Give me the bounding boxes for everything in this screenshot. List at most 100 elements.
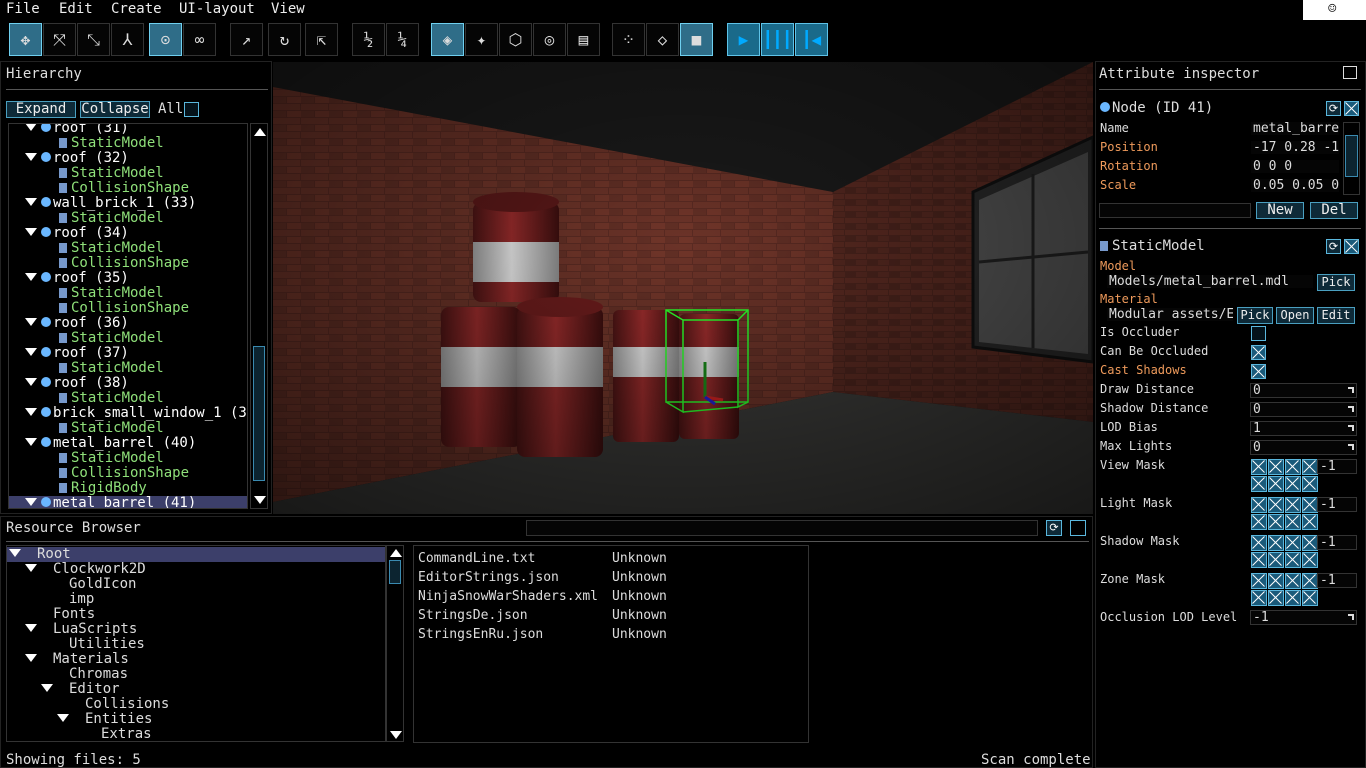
- hierarchy-node-row[interactable]: roof (36): [25, 316, 129, 331]
- number-attr-field[interactable]: 0: [1250, 440, 1357, 455]
- mask-bit-checkbox[interactable]: [1268, 573, 1284, 589]
- mask-bit-checkbox[interactable]: [1251, 476, 1267, 492]
- model-field[interactable]: Models/metal_barrel.mdl: [1106, 274, 1314, 289]
- expand-triangle-icon[interactable]: [25, 348, 37, 356]
- rotate-tool-button[interactable]: ⤧: [43, 23, 76, 56]
- resource-dir-row[interactable]: Clockwork2D: [25, 562, 146, 577]
- mask-bit-checkbox[interactable]: [1268, 459, 1284, 475]
- mask-bit-checkbox[interactable]: [1268, 514, 1284, 530]
- snap-rotate-button[interactable]: ↻: [268, 23, 301, 56]
- mask-value-field[interactable]: -1: [1317, 535, 1357, 550]
- hierarchy-node-row[interactable]: metal_barrel (41): [9, 496, 247, 508]
- search-refresh-button[interactable]: ⟳: [1046, 520, 1062, 536]
- expand-triangle-icon[interactable]: [41, 684, 53, 692]
- resource-dir-row[interactable]: Chromas: [41, 667, 128, 682]
- mask-bit-checkbox[interactable]: [1268, 535, 1284, 551]
- scale-tool-button[interactable]: ⤡: [77, 23, 110, 56]
- scroll-up-icon[interactable]: [254, 128, 266, 136]
- model-pick-button[interactable]: Pick: [1317, 274, 1355, 291]
- hierarchy-component-row[interactable]: StaticModel: [59, 361, 164, 376]
- number-attr-field[interactable]: 1: [1250, 421, 1357, 436]
- hierarchy-node-row[interactable]: roof (32): [25, 151, 129, 166]
- menu-file[interactable]: File: [6, 1, 40, 17]
- scroll-down-icon[interactable]: [254, 496, 266, 504]
- move-tool-button[interactable]: ✥: [9, 23, 42, 56]
- hierarchy-component-row[interactable]: StaticModel: [59, 166, 164, 181]
- collapse-button[interactable]: Collapse: [80, 101, 150, 118]
- mask-bit-checkbox[interactable]: [1285, 459, 1301, 475]
- mask-bit-checkbox[interactable]: [1251, 573, 1267, 589]
- expand-triangle-icon[interactable]: [25, 378, 37, 386]
- node-attr-scrollbar[interactable]: [1343, 122, 1360, 195]
- mask-value-field[interactable]: -1: [1317, 459, 1357, 474]
- component-reset-button[interactable]: ⟳: [1326, 239, 1341, 254]
- scene-viewport[interactable]: [273, 62, 1093, 514]
- mask-value-field[interactable]: -1: [1317, 573, 1357, 588]
- mask-bit-checkbox[interactable]: [1268, 590, 1284, 606]
- mask-bit-checkbox[interactable]: [1268, 476, 1284, 492]
- component-close-button[interactable]: [1344, 239, 1359, 254]
- hierarchy-component-row[interactable]: CollisionShape: [59, 301, 189, 316]
- mask-bit-checkbox[interactable]: [1302, 514, 1318, 530]
- mask-bit-checkbox[interactable]: [1302, 476, 1318, 492]
- node-scroll-thumb[interactable]: [1345, 135, 1358, 177]
- hierarchy-node-row[interactable]: wall_brick_1 (33): [25, 196, 196, 211]
- hierarchy-component-row[interactable]: StaticModel: [59, 451, 164, 466]
- mask-bit-checkbox[interactable]: [1285, 552, 1301, 568]
- mask-bit-checkbox[interactable]: [1285, 514, 1301, 530]
- mask-bit-checkbox[interactable]: [1285, 535, 1301, 551]
- mask-bit-checkbox[interactable]: [1302, 590, 1318, 606]
- resource-file-row[interactable]: NinjaSnowWarShaders.xml Unknown: [418, 589, 667, 604]
- mask-bit-checkbox[interactable]: [1302, 497, 1318, 513]
- expand-triangle-icon[interactable]: [25, 654, 37, 662]
- resource-dir-row[interactable]: Extras: [73, 727, 152, 742]
- hierarchy-component-row[interactable]: RigidBody: [59, 481, 147, 496]
- mask-bit-checkbox[interactable]: [1251, 497, 1267, 513]
- select-tool-button[interactable]: ⅄: [111, 23, 144, 56]
- expand-triangle-icon[interactable]: [25, 228, 37, 236]
- hierarchy-node-row[interactable]: roof (37): [25, 346, 129, 361]
- hierarchy-component-row[interactable]: StaticModel: [59, 331, 164, 346]
- fill-solid-button[interactable]: ■: [680, 23, 713, 56]
- play-button[interactable]: ▶: [727, 23, 760, 56]
- resource-dir-row[interactable]: Editor: [41, 682, 120, 697]
- resource-scroll-thumb[interactable]: [389, 560, 401, 584]
- expand-button[interactable]: Expand: [6, 101, 76, 118]
- snap-half-button[interactable]: ½: [352, 23, 385, 56]
- pick-ui-button[interactable]: ▤: [567, 23, 600, 56]
- number-attr-field[interactable]: 0: [1250, 402, 1357, 417]
- expand-triangle-icon[interactable]: [57, 714, 69, 722]
- expand-triangle-icon[interactable]: [25, 124, 37, 131]
- expand-triangle-icon[interactable]: [25, 318, 37, 326]
- all-checkbox[interactable]: [184, 102, 199, 117]
- hierarchy-node-row[interactable]: brick_small_window_1 (39: [25, 406, 247, 421]
- number-attr-field[interactable]: 0: [1250, 383, 1357, 398]
- hierarchy-component-row[interactable]: CollisionShape: [59, 181, 189, 196]
- bool-attr-checkbox[interactable]: [1251, 326, 1266, 341]
- menu-edit[interactable]: Edit: [59, 1, 93, 17]
- menu-create[interactable]: Create: [111, 1, 162, 17]
- resource-dir-row[interactable]: GoldIcon: [41, 577, 136, 592]
- material-pick-button[interactable]: Pick: [1237, 307, 1273, 324]
- local-axes-button[interactable]: ⊙: [149, 23, 182, 56]
- world-axes-button[interactable]: ∞: [183, 23, 216, 56]
- expand-triangle-icon[interactable]: [25, 564, 37, 572]
- occlusion-lod-field[interactable]: -1: [1250, 610, 1357, 625]
- resource-file-row[interactable]: StringsDe.json Unknown: [418, 608, 667, 623]
- resource-dir-row[interactable]: imp: [41, 592, 94, 607]
- mask-bit-checkbox[interactable]: [1268, 497, 1284, 513]
- node-attr-field[interactable]: metal_barrel: [1250, 121, 1340, 136]
- hierarchy-node-row[interactable]: roof (38): [25, 376, 129, 391]
- scroll-up-icon[interactable]: [390, 549, 402, 557]
- material-open-button[interactable]: Open: [1276, 307, 1314, 324]
- resource-tree-scrollbar[interactable]: [386, 545, 404, 742]
- hierarchy-component-row[interactable]: StaticModel: [59, 286, 164, 301]
- expand-triangle-icon[interactable]: [25, 624, 37, 632]
- rewind-button[interactable]: ┃◀: [795, 23, 828, 56]
- hierarchy-component-row[interactable]: StaticModel: [59, 211, 164, 226]
- hierarchy-component-row[interactable]: StaticModel: [59, 421, 164, 436]
- node-attr-field[interactable]: 0.05 0.05 0.05: [1250, 178, 1340, 193]
- inspector-pin-icon[interactable]: [1343, 66, 1357, 79]
- node-close-button[interactable]: [1344, 101, 1359, 116]
- resource-dir-row[interactable]: LuaScripts: [25, 622, 137, 637]
